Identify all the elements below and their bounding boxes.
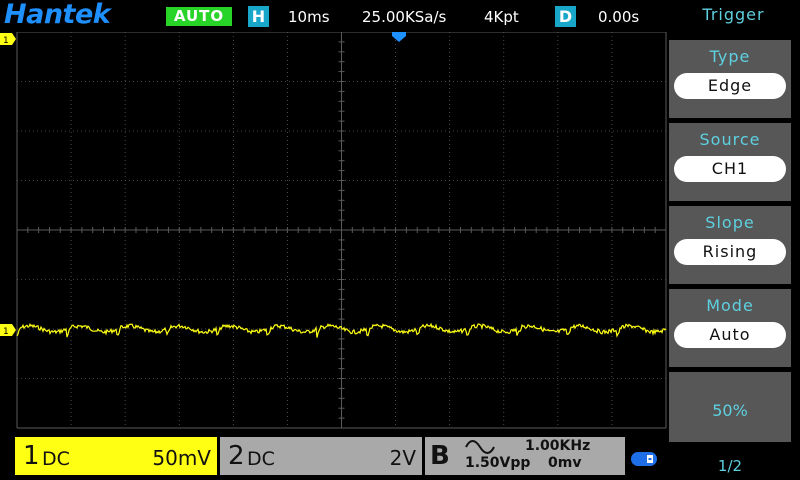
menu-item-value[interactable]: Rising [674,239,786,265]
sample-rate-readout: 25.00KSa/s [362,8,447,26]
brand-logo: Hantek [4,0,111,30]
menu-item-value[interactable]: Auto [674,322,786,348]
menu-item-source[interactable]: Source CH1 [669,123,791,201]
channel1-ground-marker[interactable]: 1 [0,324,16,337]
channel2-status[interactable]: 2 DC 2V [220,437,422,475]
generator-amplitude: 1.50Vpp [465,455,531,471]
channel2-coupling: DC [247,448,275,470]
channel1-status[interactable]: 1 DC 50mV [15,437,217,475]
signal-generator-status[interactable]: B 1.00KHz 1.50Vpp 0mv [425,437,625,475]
horizontal-badge: H [248,6,269,27]
menu-item-type[interactable]: Type Edge [669,40,791,118]
trigger-level-marker[interactable]: 1 [0,33,16,46]
menu-title: Trigger [702,5,765,24]
channel2-scale: 2V [389,446,416,470]
waveform-display[interactable]: 1 1 [0,32,667,430]
menu-item-label: Slope [705,213,755,232]
timebase-readout: 10ms [288,8,330,26]
menu-item-value[interactable]: CH1 [674,156,786,182]
usb-icon [631,452,657,466]
generator-channel-label: B [430,441,450,471]
menu-item-label: Type [709,47,751,66]
menu-item-label: Source [699,130,761,149]
status-bar: Hantek AUTO H 10ms 25.00KSa/s 4Kpt D 0.0… [0,0,667,32]
channel1-coupling: DC [42,448,70,470]
channel1-ground-label: 1 [3,327,9,337]
channel1-number: 1 [23,441,40,471]
menu-item-slope[interactable]: Slope Rising [669,206,791,284]
delay-badge: D [555,6,576,27]
menu-item-label: Mode [706,296,754,315]
menu-page-indicator[interactable]: 1/2 [669,456,791,476]
trigger-level-percent: 50% [712,401,748,420]
menu-item-value[interactable]: Edge [674,73,786,99]
channel2-number: 2 [228,441,245,471]
run-mode-badge[interactable]: AUTO [166,7,232,26]
sine-wave-icon [465,440,495,454]
menu-item-mode[interactable]: Mode Auto [669,289,791,367]
generator-frequency: 1.00KHz [525,438,591,454]
menu-item-level[interactable]: 50% [669,372,791,442]
trigger-level-label: 1 [3,36,9,46]
delay-readout: 0.00s [598,8,640,26]
memory-depth-readout: 4Kpt [484,8,519,26]
channel1-scale: 50mV [152,446,211,470]
generator-offset: 0mv [548,455,582,471]
